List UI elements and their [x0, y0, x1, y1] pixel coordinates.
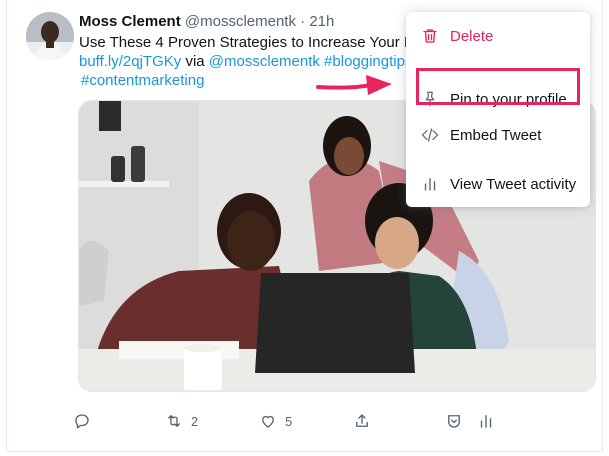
hashtag-contentmarketing[interactable]: #contentmarketing — [81, 72, 204, 89]
menu-item-label: View Tweet activity — [450, 175, 577, 193]
tweet-text-line2: buff.ly/2qjTGKy via @mossclementk #blogg… — [79, 52, 419, 72]
promote-icon — [448, 415, 460, 428]
author-name[interactable]: Moss Clement — [79, 13, 181, 30]
analytics-button[interactable] — [477, 412, 495, 430]
retweet-icon — [168, 415, 180, 427]
tweet-text-line1: Use These 4 Proven Strategies to Increas… — [79, 34, 414, 51]
share-icon — [356, 414, 368, 427]
author-handle[interactable]: @mossclementk — [185, 13, 296, 30]
hashtag-bloggingtips[interactable]: #bloggingtips — [320, 53, 412, 70]
share-button[interactable] — [353, 412, 371, 430]
tweet-options-menu: Delete Pin to your profile Embed Tweet V… — [406, 12, 590, 207]
code-icon — [420, 125, 440, 145]
menu-item-delete[interactable]: Delete — [406, 16, 590, 56]
tweet-text-line3: #contentmarketing — [81, 71, 204, 91]
analytics-icon — [420, 174, 440, 194]
pin-icon — [420, 89, 440, 109]
menu-item-label: Pin to your profile — [450, 90, 567, 108]
menu-item-pin[interactable]: Pin to your profile — [406, 79, 590, 119]
mention-link[interactable]: @mossclementk — [209, 53, 320, 70]
pointer-arrow-icon — [316, 75, 392, 95]
trash-icon — [420, 26, 440, 46]
retweet-button[interactable]: 2 — [165, 412, 198, 430]
menu-item-activity[interactable]: View Tweet activity — [406, 164, 590, 204]
heart-icon — [262, 415, 274, 428]
tweet-link[interactable]: buff.ly/2qjTGKy — [79, 53, 181, 70]
menu-item-label: Embed Tweet — [450, 126, 542, 144]
menu-item-embed[interactable]: Embed Tweet — [406, 115, 590, 155]
analytics-icon — [480, 415, 492, 428]
reply-icon — [75, 414, 89, 429]
like-button[interactable]: 5 — [259, 412, 292, 430]
tweet-header: Moss Clement @mossclementk · 21h — [79, 12, 334, 32]
reply-button[interactable] — [73, 412, 91, 430]
like-count: 5 — [285, 413, 293, 429]
promote-button[interactable] — [445, 412, 463, 430]
avatar-image — [26, 12, 74, 60]
avatar[interactable] — [26, 12, 74, 60]
tweet-time[interactable]: 21h — [309, 13, 334, 30]
retweet-count: 2 — [191, 413, 199, 429]
menu-item-label: Delete — [450, 27, 494, 45]
via-text: via — [181, 53, 209, 70]
separator-dot: · — [300, 13, 306, 30]
tweet-actions: 2 5 — [7, 412, 604, 436]
